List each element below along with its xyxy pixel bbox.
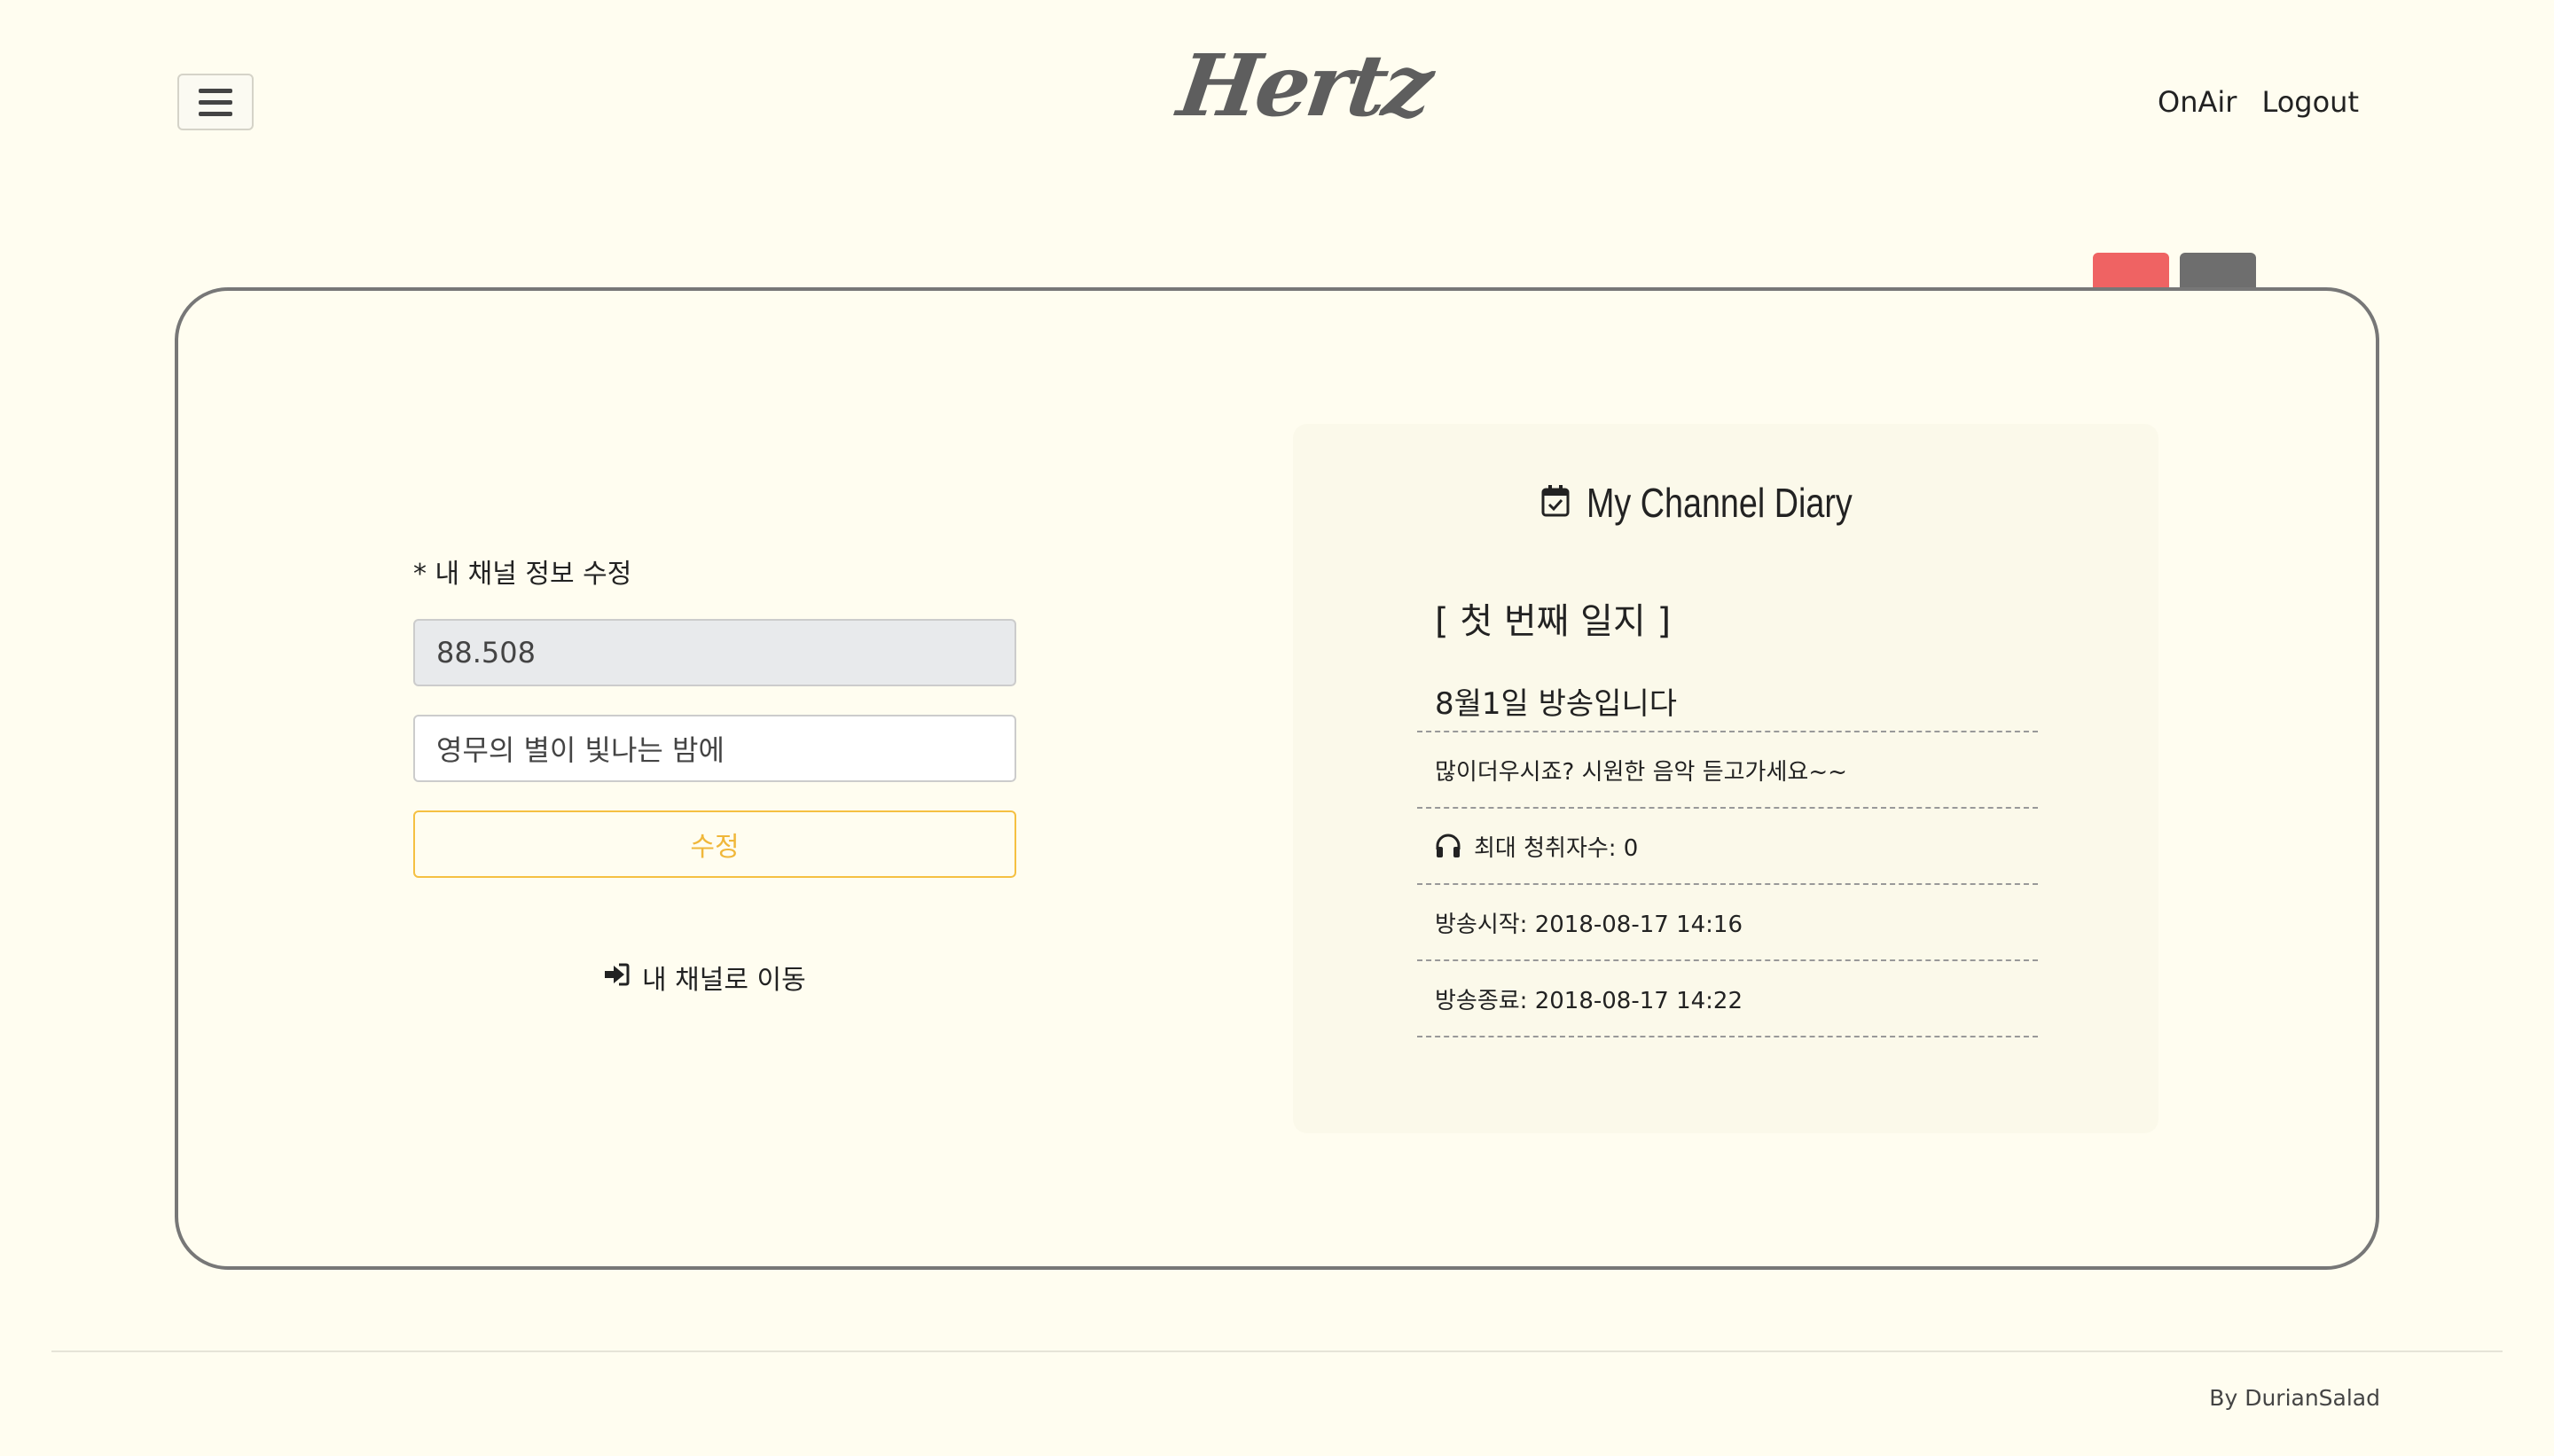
footer-credit: By DurianSalad	[2209, 1385, 2380, 1411]
headphones-icon	[1435, 834, 1461, 858]
footer-divider	[51, 1350, 2503, 1352]
hamburger-icon	[199, 88, 232, 116]
top-nav: OnAir Logout	[2158, 85, 2359, 119]
gray-tab[interactable]	[2180, 253, 2256, 290]
hertz-logo[interactable]: Hertz	[1172, 35, 1436, 136]
red-tab[interactable]	[2093, 253, 2169, 290]
diary-message: 많이더우시죠? 시원한 음악 듣고가세요~~	[1417, 732, 2038, 809]
diary-max-listeners: 최대 청취자수: 0	[1474, 834, 1639, 862]
diary-entry: 8월1일 방송입니다 많이더우시죠? 시원한 음악 듣고가세요~~ 최대 청취자…	[1417, 670, 2038, 1037]
go-to-channel-label: 내 채널로 이동	[642, 965, 806, 996]
diary-start-time: 방송시작: 2018-08-17 14:16	[1417, 885, 2038, 961]
diary-max-listeners-row: 최대 청취자수: 0	[1417, 809, 2038, 885]
channel-name-field[interactable]	[413, 715, 1016, 782]
diary-end-time: 방송종료: 2018-08-17 14:22	[1417, 961, 2038, 1037]
edit-submit-button[interactable]: 수정	[413, 810, 1016, 878]
go-to-channel-link[interactable]: 내 채널로 이동	[603, 958, 806, 997]
nav-onair[interactable]: OnAir	[2158, 85, 2237, 119]
menu-toggle-button[interactable]	[177, 74, 254, 130]
sign-in-icon	[603, 962, 630, 993]
channel-diary-panel: My Channel Diary [ 첫 번째 일지 ] 8월1일 방송입니다 …	[1293, 424, 2158, 1133]
diary-title: My Channel Diary	[1586, 480, 1853, 526]
form-title: * 내 채널 정보 수정	[413, 559, 632, 590]
nav-logout[interactable]: Logout	[2261, 85, 2359, 119]
calendar-check-icon	[1540, 484, 1571, 521]
diary-subject: 8월1일 방송입니다	[1417, 670, 2038, 732]
frequency-field[interactable]	[413, 619, 1016, 686]
diary-header: My Channel Diary	[1293, 479, 2158, 527]
diary-entry-heading: [ 첫 번째 일지 ]	[1435, 601, 1672, 642]
